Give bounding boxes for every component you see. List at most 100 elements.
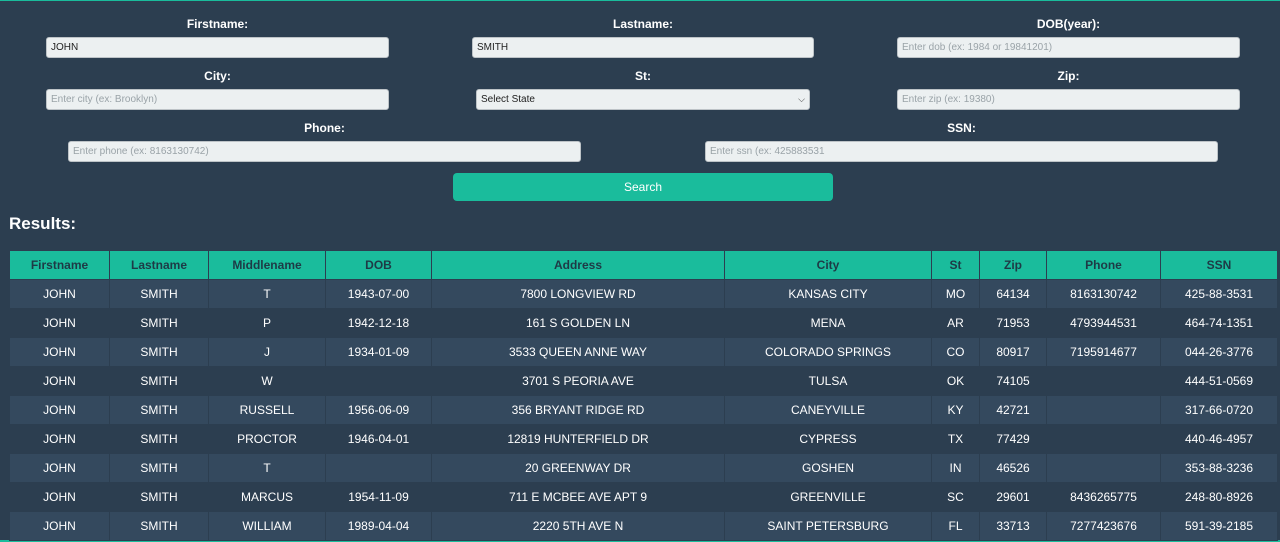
cell-zip: 42721 (979, 395, 1047, 425)
cell-middlename: RUSSELL (208, 395, 326, 425)
cell-dob: 1943-07-00 (325, 279, 432, 309)
cell-address: 3701 S PEORIA AVE (431, 366, 725, 396)
cell-phone (1046, 395, 1161, 425)
cell-state: FL (931, 511, 980, 541)
cell-ssn: 464-74-1351 (1160, 308, 1278, 338)
cell-dob: 1946-04-01 (325, 424, 432, 454)
cell-ssn: 444-51-0569 (1160, 366, 1278, 396)
column-header-middlename[interactable]: Middlename (208, 250, 326, 280)
state-select-value: Select State (481, 94, 535, 105)
cell-address: 711 E MCBEE AVE APT 9 (431, 482, 725, 512)
cell-lastname: SMITH (109, 453, 209, 483)
cell-city: SAINT PETERSBURG (724, 511, 932, 541)
search-button[interactable]: Search (453, 173, 833, 201)
table-row: JOHN SMITH RUSSELL 1956-06-09 356 BRYANT RID… (9, 395, 1278, 425)
cell-middlename: W (208, 366, 326, 396)
cell-state: TX (931, 424, 980, 454)
firstname-input[interactable] (46, 37, 389, 58)
cell-firstname: JOHN (9, 279, 110, 309)
cell-ssn: 317-66-0720 (1160, 395, 1278, 425)
ssn-label: SSN: (947, 121, 976, 135)
cell-phone (1046, 424, 1161, 454)
cell-address: 20 GREENWAY DR (431, 453, 725, 483)
column-header-city[interactable]: City (724, 250, 932, 280)
cell-lastname: SMITH (109, 366, 209, 396)
cell-address: 7800 LONGVIEW RD (431, 279, 725, 309)
cell-dob: 1989-04-04 (325, 511, 432, 541)
table-row: JOHN SMITH PROCTOR 1946-04-01 12819 HUNTERFI… (9, 424, 1278, 454)
cell-address: 2220 5TH AVE N (431, 511, 725, 541)
cell-lastname: SMITH (109, 395, 209, 425)
cell-middlename: T (208, 279, 326, 309)
dob-input[interactable] (897, 37, 1240, 58)
cell-city: GREENVILLE (724, 482, 932, 512)
cell-lastname: SMITH (109, 482, 209, 512)
cell-dob (325, 366, 432, 396)
cell-state: OK (931, 366, 980, 396)
cell-state: MO (931, 279, 980, 309)
cell-city: GOSHEN (724, 453, 932, 483)
cell-firstname: JOHN (9, 366, 110, 396)
cell-firstname: JOHN (9, 511, 110, 541)
cell-middlename: J (208, 337, 326, 367)
column-header-lastname[interactable]: Lastname (109, 250, 209, 280)
cell-phone: 4793944531 (1046, 308, 1161, 338)
cell-address: 356 BRYANT RIDGE RD (431, 395, 725, 425)
cell-dob: 1934-01-09 (325, 337, 432, 367)
zip-label: Zip: (1057, 69, 1080, 83)
cell-ssn: 044-26-3776 (1160, 337, 1278, 367)
lastname-input[interactable] (472, 37, 814, 58)
state-select[interactable]: Select State ⌵ (476, 89, 810, 110)
zip-input[interactable] (897, 89, 1240, 110)
column-header-address[interactable]: Address (431, 250, 725, 280)
cell-ssn: 353-88-3236 (1160, 453, 1278, 483)
cell-address: 12819 HUNTERFIELD DR (431, 424, 725, 454)
cell-dob: 1954-11-09 (325, 482, 432, 512)
cell-phone: 7277423676 (1046, 511, 1161, 541)
lastname-label: Lastname: (612, 17, 674, 31)
table-row: JOHN SMITH J 1934-01-09 3533 QUEEN ANNE WAY C… (9, 337, 1278, 367)
column-header-ssn[interactable]: SSN (1160, 250, 1278, 280)
dob-label: DOB(year): (1036, 17, 1101, 31)
cell-lastname: SMITH (109, 308, 209, 338)
chevron-down-icon: ⌵ (798, 94, 805, 104)
cell-zip: 71953 (979, 308, 1047, 338)
cell-firstname: JOHN (9, 453, 110, 483)
table-row: JOHN SMITH T 20 GREENWAY DR GOSHEN IN 46526 353… (9, 453, 1278, 483)
cell-ssn: 440-46-4957 (1160, 424, 1278, 454)
table-row: JOHN SMITH W 3701 S PEORIA AVE TULSA OK 74105 4… (9, 366, 1278, 396)
cell-lastname: SMITH (109, 424, 209, 454)
cell-state: SC (931, 482, 980, 512)
cell-firstname: JOHN (9, 308, 110, 338)
cell-phone (1046, 453, 1161, 483)
column-header-firstname[interactable]: Firstname (9, 250, 110, 280)
phone-label: Phone: (304, 121, 345, 135)
column-header-zip[interactable]: Zip (979, 250, 1047, 280)
city-input[interactable] (46, 89, 389, 110)
phone-input[interactable] (68, 141, 581, 162)
cell-phone: 7195914677 (1046, 337, 1161, 367)
cell-firstname: JOHN (9, 424, 110, 454)
column-header-phone[interactable]: Phone (1046, 250, 1161, 280)
cell-zip: 77429 (979, 424, 1047, 454)
cell-phone (1046, 366, 1161, 396)
cell-city: CANEYVILLE (724, 395, 932, 425)
cell-city: CYPRESS (724, 424, 932, 454)
cell-address: 3533 QUEEN ANNE WAY (431, 337, 725, 367)
column-header-state[interactable]: St (931, 250, 980, 280)
city-label: City: (204, 69, 231, 83)
cell-middlename: MARCUS (208, 482, 326, 512)
cell-ssn: 591-39-2185 (1160, 511, 1278, 541)
column-header-dob[interactable]: DOB (325, 250, 432, 280)
cell-firstname: JOHN (9, 482, 110, 512)
results-header-row: Firstname Lastname Middlename DOB Addres… (9, 250, 1278, 280)
cell-dob (325, 453, 432, 483)
cell-dob: 1956-06-09 (325, 395, 432, 425)
results-body: JOHN SMITH T 1943-07-00 7800 LONGVIEW RD KANS… (9, 279, 1278, 541)
ssn-input[interactable] (705, 141, 1218, 162)
cell-state: IN (931, 453, 980, 483)
cell-zip: 74105 (979, 366, 1047, 396)
cell-lastname: SMITH (109, 279, 209, 309)
cell-middlename: T (208, 453, 326, 483)
table-row: JOHN SMITH T 1943-07-00 7800 LONGVIEW RD KANS… (9, 279, 1278, 309)
